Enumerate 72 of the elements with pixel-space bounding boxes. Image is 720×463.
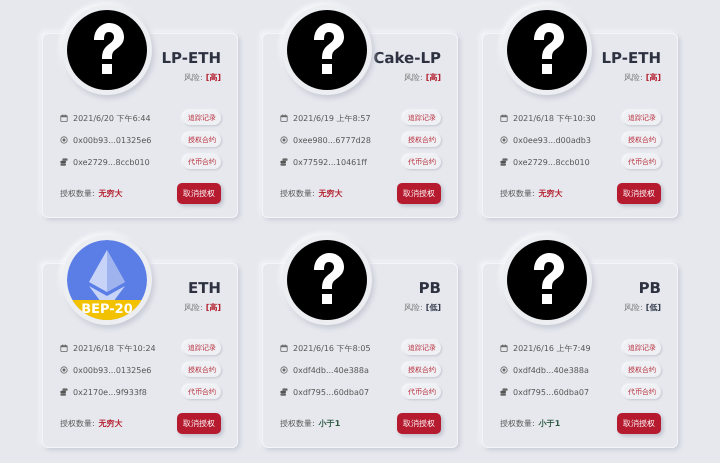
calendar-icon (60, 344, 68, 352)
risk-level: [高] (426, 72, 441, 83)
target-icon (500, 366, 508, 374)
coins-icon (280, 158, 288, 166)
risk-label: 风险: (624, 302, 643, 313)
amount-value: 小于1 (318, 418, 342, 428)
risk-label: 风险: (184, 72, 203, 83)
date-text: 2021/6/16 上午7:49 (513, 342, 592, 354)
calendar-icon (500, 114, 508, 122)
risk-level: [高] (206, 302, 221, 313)
amount-value: 小于1 (538, 418, 562, 428)
coins-icon (500, 388, 508, 396)
amount-label: 授权数量: (500, 418, 535, 428)
address-text: 0xe2729...8ccb010 (513, 158, 591, 166)
token-name: LP-ETH (601, 49, 661, 67)
risk-label: 风险: (184, 302, 203, 313)
target-icon (280, 136, 288, 144)
coins-icon (60, 158, 68, 166)
target-icon (500, 136, 508, 144)
revoke-button[interactable]: 取消授权 (177, 412, 221, 434)
date-text: 2021/6/18 下午10:24 (73, 342, 157, 354)
target-icon (60, 136, 68, 144)
address-text: 0x00b93...01325e6 (73, 136, 152, 144)
amount-value: 无穷大 (98, 418, 124, 428)
target-icon (60, 366, 68, 374)
token-name: Cake-LP (373, 49, 441, 67)
token-name: LP-ETH (161, 49, 221, 67)
token-name: ETH (188, 279, 221, 297)
risk-label: 风险: (404, 302, 423, 313)
address-text: 0xee980...6777d28 (293, 136, 372, 144)
risk-level: [低] (426, 302, 441, 313)
coins-icon (280, 388, 288, 396)
address-text: 0xe2729...8ccb010 (73, 158, 151, 166)
address-text: 0x00b93...01325e6 (73, 366, 152, 374)
amount-value: 无穷大 (538, 188, 564, 198)
date-text: 2021/6/18 下午10:30 (513, 112, 597, 124)
calendar-icon (280, 114, 288, 122)
amount-label: 授权数量: (280, 418, 315, 428)
risk-level: [高] (206, 72, 221, 83)
target-icon (280, 366, 288, 374)
coins-icon (500, 158, 508, 166)
address-text: 0xdf795...60dba07 (293, 388, 370, 396)
address-text: 0x77592...10461ff (293, 158, 368, 166)
revoke-button[interactable]: 取消授权 (397, 412, 441, 434)
risk-label: 风险: (624, 72, 643, 83)
token-name: PB (638, 279, 661, 297)
revoke-button[interactable]: 取消授权 (617, 182, 661, 204)
risk-level: [低] (646, 302, 661, 313)
risk-level: [高] (646, 72, 661, 83)
address-text: 0x2170e...9f933f8 (73, 388, 148, 396)
date-text: 2021/6/19 上午8:57 (293, 112, 372, 124)
amount-label: 授权数量: (60, 188, 95, 198)
amount-label: 授权数量: (280, 188, 315, 198)
amount-label: 授权数量: (60, 418, 95, 428)
amount-value: 无穷大 (98, 188, 124, 198)
date-text: 2021/6/20 下午6:44 (73, 112, 152, 124)
calendar-icon (500, 344, 508, 352)
address-text: 0x0ee93...d00adb3 (513, 136, 592, 144)
calendar-icon (60, 114, 68, 122)
amount-label: 授权数量: (500, 188, 535, 198)
address-text: 0xdf795...60dba07 (513, 388, 590, 396)
token-name: PB (418, 279, 441, 297)
revoke-button[interactable]: 取消授权 (617, 412, 661, 434)
address-text: 0xdf4db...40e388a (293, 366, 370, 374)
revoke-button[interactable]: 取消授权 (177, 182, 221, 204)
address-text: 0xdf4db...40e388a (513, 366, 590, 374)
revoke-button[interactable]: 取消授权 (397, 182, 441, 204)
amount-value: 无穷大 (318, 188, 344, 198)
risk-label: 风险: (404, 72, 423, 83)
coins-icon (60, 388, 68, 396)
calendar-icon (280, 344, 288, 352)
date-text: 2021/6/16 下午8:05 (293, 342, 372, 354)
